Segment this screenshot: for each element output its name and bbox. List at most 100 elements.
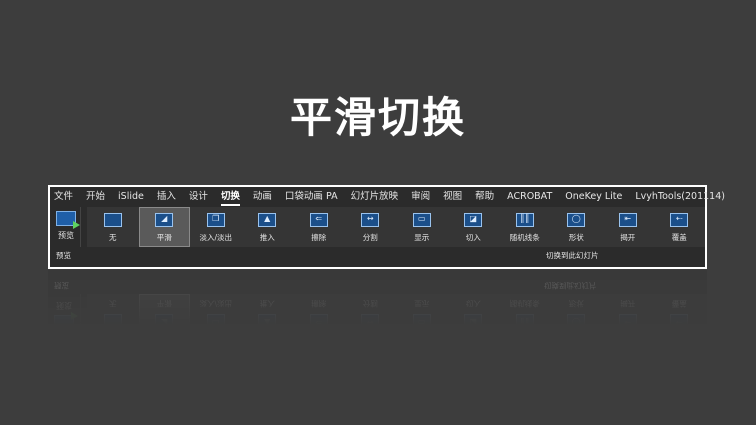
transition-push[interactable]: ▲ 推入: [242, 207, 294, 247]
reflection-transition-label: 平滑: [156, 299, 172, 308]
random-bars-transition-icon: ║║: [515, 213, 534, 227]
tab-home[interactable]: 开始: [86, 187, 105, 207]
transition-split[interactable]: ↔ 分割: [345, 207, 397, 247]
reveal-transition-icon: ▭: [412, 213, 431, 227]
reflection-tab-home: 开始: [84, 339, 104, 350]
preview-group: 预览: [50, 207, 81, 247]
transition-cover[interactable]: ⇠ 覆盖: [654, 207, 706, 247]
transition-gallery: 无 ◢ 平滑 ❐ 淡入/淡出 ▲ 推入 ⇐ 擦除 ↔ 分割 ▭ 显示 ◪ 切入 …: [87, 207, 705, 247]
reflection-transition-cover: ⇠ 覆盖: [654, 294, 706, 334]
reflection-preview-button: 预览: [52, 300, 76, 330]
transition-label: 平滑: [156, 233, 172, 242]
tab-file[interactable]: 文件: [54, 187, 73, 207]
reflection-tab-design: 设计: [186, 339, 206, 350]
reflection-tab-animations: 动画: [250, 339, 270, 350]
transition-label: 推入: [259, 233, 275, 242]
transition-uncover[interactable]: ⇤ 揭开: [602, 207, 654, 247]
ribbon: 文件 开始 iSlide 插入 设计 切换 动画 口袋动画 PA 幻灯片放映 审…: [48, 185, 725, 269]
transition-label: 淡入/淡出: [199, 233, 233, 242]
transition-label: 覆盖: [671, 233, 687, 242]
reflection-transition-label: 显示: [414, 299, 430, 308]
reflection-tab-help: 帮助: [473, 339, 493, 350]
tab-review[interactable]: 审阅: [411, 187, 430, 207]
reflection-transition-push: ▲ 推入: [242, 294, 294, 334]
reflection-ribbon: 文件 开始 iSlide 插入 设计 切换 动画 口袋动画 PA 幻灯片放映 审…: [48, 270, 707, 354]
preview-play-icon: [56, 211, 80, 229]
group-label-transitions: 切换到此幻灯片: [546, 251, 599, 260]
transition-cut[interactable]: ◪ 切入: [448, 207, 500, 247]
reflection-transition-label: 揭开: [620, 299, 636, 308]
transition-fade[interactable]: ❐ 淡入/淡出: [190, 207, 242, 247]
transition-label: 无: [109, 233, 117, 242]
morph-transition-icon: ◢: [155, 213, 174, 227]
reflection-tab-insert: 插入: [154, 339, 174, 350]
reflection-preview-button-label: 预览: [56, 301, 72, 310]
transition-label: 形状: [568, 233, 584, 242]
reflection-transition-split: ↔ 分割: [345, 294, 397, 334]
reflection-tab-acrobat: ACROBAT: [505, 339, 551, 350]
tab-help[interactable]: 帮助: [475, 187, 494, 207]
transition-label: 切入: [465, 233, 481, 242]
reflection-morph-transition-icon: ◢: [155, 314, 174, 328]
reflection-group-label-transitions: 切换到此幻灯片: [544, 281, 597, 290]
ribbon-reflection: 文件 开始 iSlide 插入 设计 切换 动画 口袋动画 PA 幻灯片放映 审…: [48, 270, 707, 354]
reflection-random-bars-transition-icon: ║║: [515, 314, 534, 328]
reflection-fade-transition-icon: ❐: [206, 314, 225, 328]
transition-morph[interactable]: ◢ 平滑: [138, 207, 190, 247]
reflection-transition-cut: ◪ 切入: [448, 294, 500, 334]
reflection-tab-view: 视图: [441, 339, 461, 350]
reflection-transition-uncover: ⇤ 揭开: [602, 294, 654, 334]
reflection-preview-play-icon: [54, 315, 74, 330]
transition-random-bars[interactable]: ║║ 随机线条: [499, 207, 551, 247]
push-transition-icon: ▲: [258, 213, 277, 227]
reflection-transition-label: 形状: [568, 299, 584, 308]
tab-animations[interactable]: 动画: [253, 187, 272, 207]
transition-reveal[interactable]: ▭ 显示: [396, 207, 448, 247]
reflection-none-transition-icon: [103, 314, 122, 328]
cover-transition-icon: ⇠: [670, 213, 689, 227]
tab-pocket-animation[interactable]: 口袋动画 PA: [285, 187, 338, 207]
reflection-transition-label: 分割: [362, 299, 378, 308]
tab-transitions[interactable]: 切换: [220, 187, 240, 207]
reflection-preview-group: 预览: [48, 294, 81, 334]
slide-title: 平滑切换: [289, 93, 466, 142]
transition-label: 揭开: [620, 233, 636, 242]
reflection-transition-label: 擦除: [311, 299, 327, 308]
shape-transition-icon: ◯: [567, 213, 586, 227]
tab-design[interactable]: 设计: [189, 187, 208, 207]
reflection-transition-shape: ◯ 形状: [551, 294, 603, 334]
reflection-transition-label: 推入: [259, 299, 275, 308]
uncover-transition-icon: ⇤: [618, 213, 637, 227]
reflection-ribbon-body: 预览 无 ◢ 平滑 ❐ 淡入/淡出 ▲ 推入 ⇐ 擦除 ↔ 分割 ▭ 显示 ◪ …: [48, 294, 707, 334]
reflection-transition-label: 淡入/淡出: [199, 299, 233, 308]
transition-label: 分割: [362, 233, 378, 242]
cut-transition-icon: ◪: [464, 213, 483, 227]
reflection-transition-wipe: ⇐ 擦除: [293, 294, 345, 334]
transition-label: 随机线条: [509, 233, 540, 242]
transition-none[interactable]: 无: [87, 207, 139, 247]
tab-view[interactable]: 视图: [443, 187, 462, 207]
tab-insert[interactable]: 插入: [157, 187, 176, 207]
reflection-transition-morph: ◢ 平滑: [138, 294, 190, 334]
tab-onekey-lite[interactable]: OneKey Lite: [565, 187, 622, 207]
reflection-ribbon-group-labels: 预览 切换到此幻灯片: [48, 276, 707, 294]
preview-button-label: 预览: [58, 231, 74, 240]
tab-lvyhtools[interactable]: LvyhTools(201114): [635, 187, 725, 207]
reflection-transition-fade: ❐ 淡入/淡出: [190, 294, 242, 334]
reflection-transition-none: 无: [87, 294, 139, 334]
transition-wipe[interactable]: ⇐ 擦除: [293, 207, 345, 247]
fade-transition-icon: ❐: [206, 213, 225, 227]
tab-islide[interactable]: iSlide: [118, 187, 144, 207]
tab-slideshow[interactable]: 幻灯片放映: [351, 187, 399, 207]
reflection-uncover-transition-icon: ⇤: [618, 314, 637, 328]
reflection-push-transition-icon: ▲: [258, 314, 277, 328]
reflection-tab-file: 文件: [52, 339, 72, 350]
preview-button[interactable]: 预览: [54, 211, 80, 241]
reflection-split-transition-icon: ↔: [361, 314, 380, 328]
reflection-tab-islide: iSlide: [116, 339, 142, 350]
transition-shape[interactable]: ◯ 形状: [551, 207, 603, 247]
tab-acrobat[interactable]: ACROBAT: [507, 187, 552, 207]
reflection-wipe-transition-icon: ⇐: [309, 314, 328, 328]
reflection-ribbon-tabs: 文件 开始 iSlide 插入 设计 切换 动画 口袋动画 PA 幻灯片放映 审…: [48, 334, 707, 354]
reflection-reveal-transition-icon: ▭: [412, 314, 431, 328]
